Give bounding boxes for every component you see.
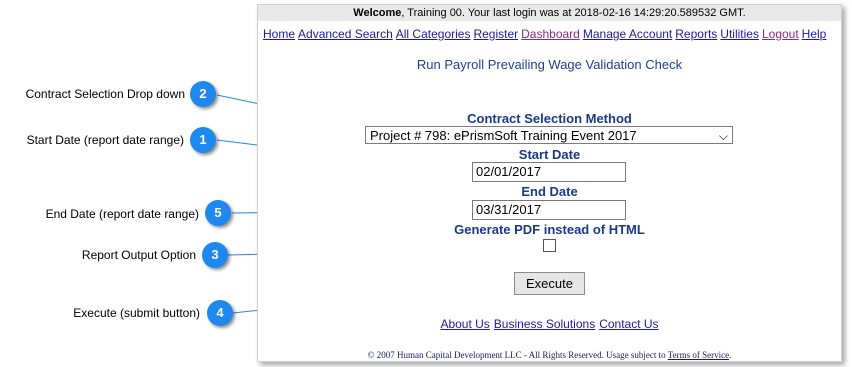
callout-label-contract: Contract Selection Drop down [25,87,185,101]
nav-manage-account[interactable]: Manage Account [583,27,672,41]
top-nav: Home Advanced Search All Categories Registe… [263,27,829,41]
nav-utilities[interactable]: Utilities [720,27,759,41]
welcome-word: Welcome [353,7,402,19]
callout-label-report-output: Report Output Option [81,248,196,262]
callout-label-execute: Execute (submit button) [73,306,200,320]
welcome-bar: Welcome, Training 00. Your last login wa… [258,5,841,21]
copyright-notice: © 2007 Human Capital Development LLC - A… [258,350,841,360]
copyright-period: . [729,350,732,360]
nav-reports[interactable]: Reports [675,27,717,41]
start-date-input[interactable]: 02/01/2017 [472,162,626,182]
callout-badge-2: 2 [190,81,216,107]
contract-selection-label: Contract Selection Method [467,111,632,126]
start-date-label: Start Date [518,147,581,162]
copyright-text: © 2007 Human Capital Development LLC - A… [367,350,668,360]
footer-contact-us[interactable]: Contact Us [599,317,658,331]
contract-select[interactable]: Project # 798: ePrismSoft Training Event… [365,126,733,144]
pdf-checkbox[interactable] [543,239,556,252]
nav-help[interactable]: Help [802,27,827,41]
footer-links: About Us Business Solutions Contact Us [258,317,841,331]
contract-select-value: Project # 798: ePrismSoft Training Event… [370,128,637,143]
app-screenshot-panel: Welcome, Training 00. Your last login wa… [257,4,842,362]
terms-of-service-link[interactable]: Terms of Service [668,350,729,360]
nav-all-categories[interactable]: All Categories [396,27,471,41]
footer-about-us[interactable]: About Us [440,317,489,331]
callout-badge-3: 3 [202,242,228,268]
nav-dashboard[interactable]: Dashboard [521,27,580,41]
nav-advanced-search[interactable]: Advanced Search [298,27,393,41]
end-date-label: End Date [521,184,578,199]
callout-badge-5: 5 [205,200,231,226]
callout-label-end-date: End Date (report date range) [45,207,199,221]
nav-logout[interactable]: Logout [762,27,799,41]
footer-business-solutions[interactable]: Business Solutions [494,317,595,331]
chevron-down-icon: ⌵ [718,129,728,143]
last-login-text: , Training 00. Your last login was at 20… [401,7,746,19]
end-date-input[interactable]: 03/31/2017 [472,200,626,220]
pdf-option-label: Generate PDF instead of HTML [454,222,645,237]
callout-badge-4: 4 [207,300,233,326]
execute-button[interactable]: Execute [514,272,585,295]
page-title: Run Payroll Prevailing Wage Validation C… [416,57,683,72]
callout-badge-1: 1 [190,127,216,153]
callout-label-start-date: Start Date (report date range) [26,133,184,147]
nav-home[interactable]: Home [263,27,295,41]
nav-register[interactable]: Register [473,27,518,41]
